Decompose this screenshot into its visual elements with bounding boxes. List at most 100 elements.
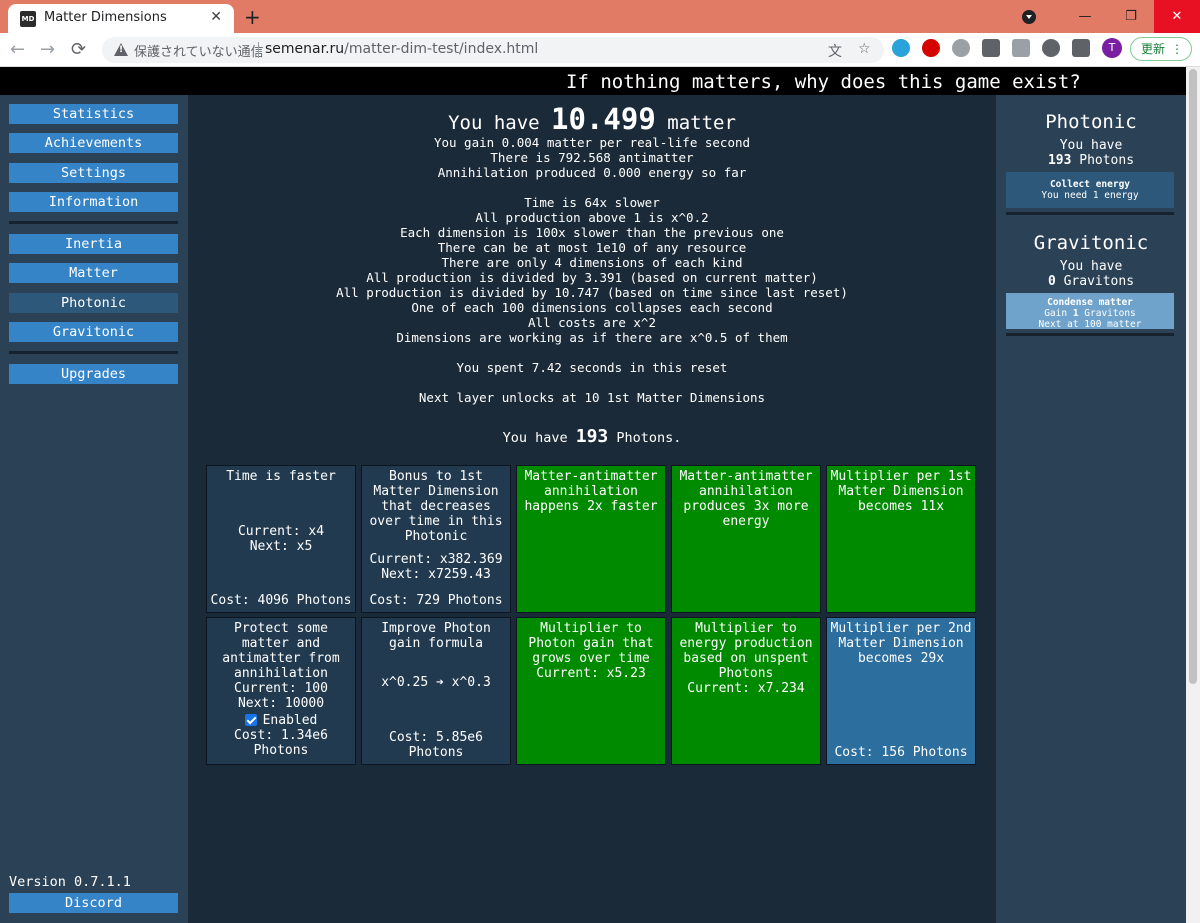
sidebar-divider xyxy=(9,221,178,224)
gravitonic-button[interactable]: Gravitonic xyxy=(9,322,178,342)
upgrade-current: Current: x4 xyxy=(237,524,325,539)
close-window-button[interactable]: ✕ xyxy=(1154,0,1200,33)
enabled-toggle[interactable]: Enabled xyxy=(209,713,353,728)
right-sidebar: Photonic You have 193 Photons Collect en… xyxy=(996,95,1186,923)
photons-total: 193 Photons xyxy=(996,153,1186,168)
photons-amount: 193 xyxy=(575,426,609,447)
rule-line: All production is divided by 10.747 (bas… xyxy=(336,285,848,300)
collect-energy-button[interactable]: Collect energy You need 1 energy xyxy=(1006,172,1174,208)
upgrade-cost-unit: Photons xyxy=(408,745,464,760)
tab-search-icon[interactable] xyxy=(1022,9,1036,24)
upgrade-title: Matter-antimatter annihilation happens 2… xyxy=(524,469,658,514)
discord-button[interactable]: Discord xyxy=(9,893,178,913)
condense-matter-button[interactable]: Condense matter Gain 1 Gravitons Next at… xyxy=(1006,293,1174,330)
extension-icon-3[interactable] xyxy=(952,39,970,57)
upgrade-current: Current: x7.234 xyxy=(687,681,805,696)
rule-line: There can be at most 1e10 of any resourc… xyxy=(437,240,747,255)
photonic-button[interactable]: Photonic xyxy=(9,293,178,313)
photonic-have: You have xyxy=(1059,138,1123,153)
translate-icon[interactable]: 文 xyxy=(828,41,842,61)
upgrade-annihilation-energy[interactable]: Matter-antimatter annihilation produces … xyxy=(671,465,821,613)
url-host: semenar.ru xyxy=(265,41,345,57)
collect-subtitle: You need 1 energy xyxy=(1041,190,1139,201)
upgrade-next: Next: 10000 xyxy=(237,696,325,711)
upgrade-first-dim-multiplier[interactable]: Multiplier per 1st Matter Dimension beco… xyxy=(826,465,976,613)
photons-count: You have 193 Photons. xyxy=(188,426,996,447)
upgrade-title: Bonus to 1st Matter Dimension that decre… xyxy=(369,469,503,544)
puzzle-icon[interactable] xyxy=(1042,39,1060,57)
bookmark-star-icon[interactable]: ☆ xyxy=(858,41,871,57)
upgrade-title: Time is faster xyxy=(226,469,336,484)
minimize-button[interactable]: — xyxy=(1062,0,1108,33)
rule-line: Time is 64x slower xyxy=(524,195,660,210)
extensions-row: T xyxy=(892,38,1122,58)
upgrade-photon-gain-time[interactable]: Multiplier to Photon gain that grows ove… xyxy=(516,617,666,765)
extension-icon-5[interactable] xyxy=(1012,39,1030,57)
more-icon: ⋮ xyxy=(1171,42,1183,56)
statistics-button[interactable]: Statistics xyxy=(9,104,178,124)
settings-button[interactable]: Settings xyxy=(9,163,178,183)
gain-line: You gain 0.004 matter per real-life seco… xyxy=(433,135,751,150)
scrollbar-thumb[interactable] xyxy=(1189,69,1197,684)
forward-button[interactable]: → xyxy=(40,39,55,60)
condense-gain-amount: 1 xyxy=(1072,308,1079,319)
upgrade-title: Matter-antimatter annihilation produces … xyxy=(679,469,813,529)
update-button[interactable]: 更新 ⋮ xyxy=(1130,37,1192,61)
upgrade-formula: x^0.25 ➔ x^0.3 xyxy=(381,675,491,690)
upgrade-cost: Cost: 4096 Photons xyxy=(210,593,352,608)
upgrade-annihilation-speed[interactable]: Matter-antimatter annihilation happens 2… xyxy=(516,465,666,613)
reload-button[interactable]: ⟳ xyxy=(71,39,86,60)
rule-line: Each dimension is 100x slower than the p… xyxy=(400,225,784,240)
extension-icon-1[interactable] xyxy=(892,39,910,57)
extension-icon-2[interactable] xyxy=(922,39,940,57)
upgrade-protect-matter[interactable]: Protect some matter and antimatter from … xyxy=(206,617,356,765)
achievements-button[interactable]: Achievements xyxy=(9,133,178,153)
photons-label: Photons xyxy=(1079,153,1135,168)
upgrades-button[interactable]: Upgrades xyxy=(9,364,178,384)
stats-block: You have 10.499 matter You gain 0.004 ma… xyxy=(188,95,996,446)
address-bar[interactable]: 保護されていない通信 semenar.ru/matter-dim-test/in… xyxy=(102,37,884,63)
browser-tabbar: MD Matter Dimensions ✕ + — ❐ ✕ xyxy=(0,0,1200,33)
rule-line: Dimensions are working as if there are x… xyxy=(396,330,788,345)
browser-tab[interactable]: MD Matter Dimensions ✕ xyxy=(8,4,234,33)
upgrade-title: Multiplier to Photon gain that grows ove… xyxy=(528,621,654,666)
main-panel: You have 10.499 matter You gain 0.004 ma… xyxy=(188,95,996,923)
upgrade-current: Current: x5.23 xyxy=(536,666,646,681)
upgrade-first-dim-bonus[interactable]: Bonus to 1st Matter Dimension that decre… xyxy=(361,465,511,613)
sidebar-divider xyxy=(9,351,178,354)
checkbox-icon[interactable] xyxy=(244,714,257,726)
media-icon[interactable] xyxy=(1072,39,1090,57)
warning-icon[interactable] xyxy=(114,43,128,56)
upgrade-photon-formula[interactable]: Improve Photon gain formula x^0.25 ➔ x^0… xyxy=(361,617,511,765)
upgrade-second-dim-multiplier[interactable]: Multiplier per 2nd Matter Dimension beco… xyxy=(826,617,976,765)
antimatter-line: There is 792.568 antimatter xyxy=(490,150,694,165)
upgrade-energy-production[interactable]: Multiplier to energy production based on… xyxy=(671,617,821,765)
upgrade-current: Current: 100 xyxy=(234,681,328,696)
gravitonic-title: Gravitonic xyxy=(1033,232,1149,254)
upgrade-time-faster[interactable]: Time is faster Current: x4 Next: x5 Cost… xyxy=(206,465,356,613)
upgrade-current: Current: x382.369 xyxy=(369,552,503,567)
address-divider xyxy=(258,42,259,58)
inertia-button[interactable]: Inertia xyxy=(9,234,178,254)
version-text: Version 0.7.1.1 xyxy=(9,874,131,890)
condense-title: Condense matter xyxy=(1047,297,1133,308)
extension-icon-4[interactable] xyxy=(982,39,1000,57)
url-text[interactable]: semenar.ru/matter-dim-test/index.html xyxy=(265,41,538,57)
upgrade-title: Multiplier per 1st Matter Dimension beco… xyxy=(830,469,972,514)
back-button[interactable]: ← xyxy=(10,39,25,60)
rightbar-divider xyxy=(1006,333,1174,336)
restore-button[interactable]: ❐ xyxy=(1108,0,1154,33)
left-sidebar: Statistics Achievements Settings Informa… xyxy=(0,95,188,923)
page-scrollbar[interactable] xyxy=(1186,67,1200,923)
upgrade-cost: Cost: 1.34e6 xyxy=(234,728,328,743)
rule-line: All production is divided by 3.391 (base… xyxy=(366,270,818,285)
information-button[interactable]: Information xyxy=(9,192,178,212)
new-tab-button[interactable]: + xyxy=(244,5,261,29)
security-status[interactable]: 保護されていない通信 xyxy=(134,41,264,60)
tab-close-icon[interactable]: ✕ xyxy=(210,9,222,25)
avatar[interactable]: T xyxy=(1102,38,1122,58)
matter-suffix: matter xyxy=(667,112,736,134)
matter-button[interactable]: Matter xyxy=(9,263,178,283)
url-path: /matter-dim-test/index.html xyxy=(344,41,539,57)
gravitons-label: Gravitons xyxy=(1063,274,1135,289)
